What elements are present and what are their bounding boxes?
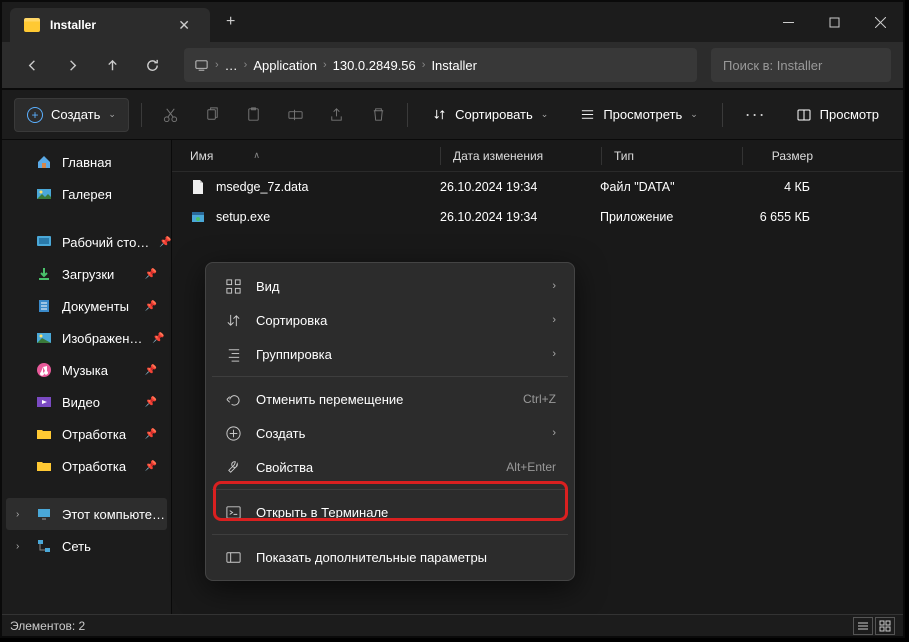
header-name[interactable]: Имя∧ bbox=[190, 149, 440, 163]
pin-icon: 📌 bbox=[145, 429, 157, 440]
column-headers: Имя∧ Дата изменения Тип Размер bbox=[172, 140, 903, 172]
ctx-sort[interactable]: Сортировка› bbox=[212, 303, 568, 337]
header-type[interactable]: Тип bbox=[602, 149, 742, 163]
pin-icon: 📌 bbox=[145, 365, 157, 376]
sort-icon bbox=[224, 311, 242, 329]
breadcrumb-item[interactable]: 130.0.2849.56 bbox=[333, 58, 416, 73]
statusbar: Элементов: 2 bbox=[2, 614, 903, 636]
window-controls bbox=[765, 2, 903, 42]
maximize-button[interactable] bbox=[811, 2, 857, 42]
ctx-more-options[interactable]: Показать дополнительные параметры bbox=[212, 540, 568, 574]
ctx-group[interactable]: Группировка› bbox=[212, 337, 568, 371]
paste-button[interactable] bbox=[237, 96, 271, 134]
sidebar-desktop[interactable]: Рабочий сто…📌 bbox=[6, 226, 167, 258]
sidebar-home[interactable]: Главная bbox=[6, 146, 167, 178]
sidebar-videos[interactable]: Видео📌 bbox=[6, 386, 167, 418]
chevron-right-icon: › bbox=[552, 427, 556, 439]
view-thumbnails-button[interactable] bbox=[875, 617, 895, 635]
file-row[interactable]: msedge_7z.data 26.10.2024 19:34 Файл "DA… bbox=[172, 172, 903, 202]
sidebar-downloads[interactable]: Загрузки📌 bbox=[6, 258, 167, 290]
back-button[interactable] bbox=[14, 47, 50, 83]
sort-asc-icon: ∧ bbox=[253, 150, 260, 161]
plus-circle-icon bbox=[224, 424, 242, 442]
pin-icon: 📌 bbox=[145, 397, 157, 408]
pin-icon: 📌 bbox=[145, 301, 157, 312]
refresh-button[interactable] bbox=[134, 47, 170, 83]
tab-title: Installer bbox=[50, 18, 96, 32]
breadcrumb[interactable]: › … › Application › 130.0.2849.56 › Inst… bbox=[184, 48, 697, 82]
sidebar-this-pc[interactable]: ›Этот компьюте… bbox=[6, 498, 167, 530]
breadcrumb-item[interactable]: Application bbox=[253, 58, 317, 73]
file-row[interactable]: setup.exe 26.10.2024 19:34 Приложение 6 … bbox=[172, 202, 903, 232]
options-icon bbox=[224, 548, 242, 566]
header-date[interactable]: Дата изменения bbox=[441, 149, 601, 163]
ctx-undo[interactable]: Отменить перемещениеCtrl+Z bbox=[212, 382, 568, 416]
group-icon bbox=[224, 345, 242, 363]
sidebar-music[interactable]: Музыка📌 bbox=[6, 354, 167, 386]
close-button[interactable] bbox=[857, 2, 903, 42]
tab-close-button[interactable]: ✕ bbox=[172, 15, 196, 36]
sidebar-pictures[interactable]: Изображен…📌 bbox=[6, 322, 167, 354]
pin-icon: 📌 bbox=[145, 269, 157, 280]
forward-button[interactable] bbox=[54, 47, 90, 83]
file-icon bbox=[190, 179, 206, 195]
pin-icon: 📌 bbox=[152, 333, 164, 344]
grid-icon bbox=[224, 277, 242, 295]
ctx-properties[interactable]: СвойстваAlt+Enter bbox=[212, 450, 568, 484]
preview-pane-button[interactable]: Просмотр bbox=[784, 107, 891, 123]
file-explorer-window: Installer ✕ + › … › Application › 130.0.… bbox=[0, 0, 905, 638]
new-tab-button[interactable]: + bbox=[210, 13, 251, 31]
view-details-button[interactable] bbox=[853, 617, 873, 635]
search-input[interactable]: Поиск в: Installer bbox=[711, 48, 891, 82]
folder-icon bbox=[24, 18, 40, 32]
wrench-icon bbox=[224, 458, 242, 476]
ctx-new[interactable]: Создать› bbox=[212, 416, 568, 450]
chevron-right-icon: › bbox=[552, 314, 556, 326]
terminal-icon bbox=[224, 503, 242, 521]
ctx-view[interactable]: Вид› bbox=[212, 269, 568, 303]
sidebar-custom[interactable]: Отработка📌 bbox=[6, 450, 167, 482]
chevron-right-icon: › bbox=[552, 280, 556, 292]
copy-button[interactable] bbox=[195, 96, 229, 134]
delete-button[interactable] bbox=[362, 96, 396, 134]
undo-icon bbox=[224, 390, 242, 408]
sidebar-network[interactable]: ›Сеть bbox=[6, 530, 167, 562]
pin-icon: 📌 bbox=[159, 237, 171, 248]
sidebar-documents[interactable]: Документы📌 bbox=[6, 290, 167, 322]
sort-button[interactable]: Сортировать ⌄ bbox=[420, 96, 560, 134]
tab-active[interactable]: Installer ✕ bbox=[10, 8, 210, 42]
titlebar: Installer ✕ + bbox=[2, 2, 903, 42]
rename-button[interactable] bbox=[279, 96, 313, 134]
up-button[interactable] bbox=[94, 47, 130, 83]
sidebar-gallery[interactable]: Галерея bbox=[6, 178, 167, 210]
header-size[interactable]: Размер bbox=[743, 149, 833, 163]
sidebar-custom[interactable]: Отработка📌 bbox=[6, 418, 167, 450]
plus-circle-icon: + bbox=[27, 107, 43, 123]
monitor-icon bbox=[194, 58, 209, 73]
exe-icon bbox=[190, 209, 206, 225]
toolbar: + Создать ⌄ Сортировать ⌄ Просмотреть ⌄ … bbox=[2, 90, 903, 140]
sidebar: Главная Галерея Рабочий сто…📌 Загрузки📌 … bbox=[2, 140, 172, 614]
ctx-open-terminal[interactable]: Открыть в Терминале bbox=[212, 495, 568, 529]
more-button[interactable]: ··· bbox=[735, 104, 776, 125]
breadcrumb-item[interactable]: Installer bbox=[431, 58, 477, 73]
breadcrumb-ellipsis[interactable]: … bbox=[225, 58, 238, 73]
create-button[interactable]: + Создать ⌄ bbox=[14, 98, 129, 132]
status-count: Элементов: 2 bbox=[10, 619, 85, 633]
context-menu: Вид› Сортировка› Группировка› Отменить п… bbox=[205, 262, 575, 581]
navbar: › … › Application › 130.0.2849.56 › Inst… bbox=[2, 42, 903, 90]
chevron-right-icon: › bbox=[552, 348, 556, 360]
view-button[interactable]: Просмотреть ⌄ bbox=[568, 96, 709, 134]
share-button[interactable] bbox=[320, 96, 354, 134]
cut-button[interactable] bbox=[154, 96, 188, 134]
pin-icon: 📌 bbox=[145, 461, 157, 472]
minimize-button[interactable] bbox=[765, 2, 811, 42]
